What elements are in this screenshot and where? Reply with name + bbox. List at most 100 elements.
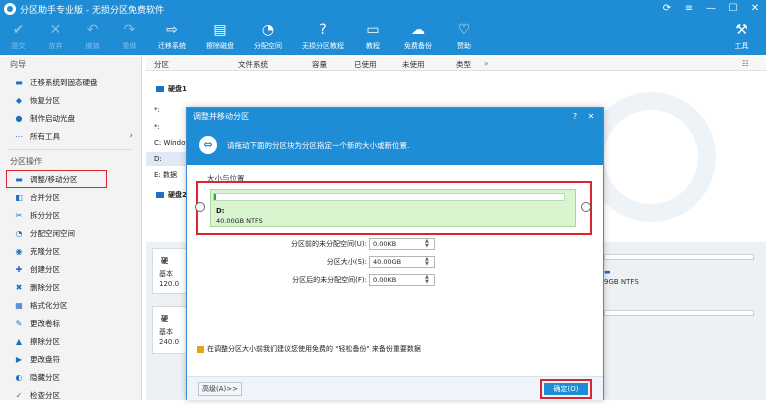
wizard-section-title: 向导 xyxy=(10,60,26,69)
right-drag-handle[interactable] xyxy=(581,202,591,212)
tutorial-button[interactable]: ▭ 教程 xyxy=(354,18,392,55)
left-drag-handle[interactable] xyxy=(195,202,205,212)
sidebar-item-hide[interactable]: ◐ 隐藏分区 xyxy=(0,368,141,386)
disk-segment[interactable] xyxy=(604,310,754,316)
banner-text: 请拖动下面的分区块为分区指定一个新的大小或新位置. xyxy=(227,140,410,150)
sidebar-item-all-tools[interactable]: ⋯ 所有工具 › xyxy=(0,127,141,145)
letter-icon: ▶ xyxy=(15,354,23,364)
disk-card[interactable]: 硬 基本 120.0 xyxy=(152,248,188,294)
unallocated-after-row: 分区后的未分配空间(F): ▲▼ xyxy=(187,274,605,286)
sidebar-item-create[interactable]: ✚ 创建分区 xyxy=(0,260,141,278)
stepper-icon[interactable]: ▲ ▼ xyxy=(425,239,429,249)
help-icon[interactable]: ? xyxy=(567,108,583,125)
partition-block-highlight: D: 40.00GB NTFS xyxy=(195,181,592,235)
tools-button[interactable]: ⚒ 工具 xyxy=(723,18,760,55)
sidebar-item-merge[interactable]: ◧ 合并分区 xyxy=(0,188,141,206)
refresh-icon[interactable]: ⟳ xyxy=(656,0,678,18)
partition-tutorial-button[interactable]: ? 无损分区教程 xyxy=(292,18,354,55)
disk-icon: ▬ xyxy=(15,77,23,87)
free-backup-button[interactable]: ☁ 免费备份 xyxy=(392,18,444,55)
close-button[interactable]: ✕ xyxy=(744,0,766,18)
ok-button[interactable]: 确定(O) xyxy=(544,383,588,395)
column-used[interactable]: 已使用 xyxy=(354,59,377,70)
view-options-icon[interactable]: ☷ xyxy=(742,59,749,68)
decorative-circle xyxy=(586,92,716,222)
clone-icon: ◉ xyxy=(15,246,23,256)
partition-block[interactable]: D: 40.00GB NTFS xyxy=(210,189,576,227)
sidebar-item-resize-move[interactable]: ▬ 调整/移动分区 xyxy=(6,170,107,188)
plus-icon: ✚ xyxy=(15,264,23,274)
partition-column-header: 分区 文件系统 容量 已使用 未使用 类型 » ☷ xyxy=(146,57,766,71)
help-icon: ? xyxy=(319,22,327,38)
stepper-icon[interactable]: ▲ ▼ xyxy=(425,275,429,285)
wipe-disk-button[interactable]: ▤ 擦除磁盘 xyxy=(196,18,244,55)
disk2-header[interactable]: 硬盘2 xyxy=(156,190,187,200)
title-bar: 分区助手专业版 - 无损分区免费软件 ⟳ ≡ — ☐ ✕ xyxy=(0,0,766,18)
partition-info: 40.00GB NTFS xyxy=(216,217,263,225)
sidebar-item-change-label[interactable]: ✎ 更改卷标 xyxy=(0,314,141,332)
sidebar-item-boot-disc[interactable]: ● 制作启动光盘 xyxy=(0,109,141,127)
close-icon[interactable]: ✕ xyxy=(583,108,599,125)
list-item[interactable]: *: xyxy=(154,106,160,114)
sidebar-item-allocate-free[interactable]: ◔ 分配空闲空间 xyxy=(0,224,141,242)
redo-button[interactable]: ↷ 重做 xyxy=(111,18,148,55)
backup-warning: 在调整分区大小前我们建议您使用免费的 "轻松备份" 来备份重要数据 xyxy=(197,344,421,354)
column-partition[interactable]: 分区 xyxy=(154,59,169,70)
check-icon: ✔ xyxy=(12,22,25,38)
app-window: 分区助手专业版 - 无损分区免费软件 ⟳ ≡ — ☐ ✕ ✔ 提交 ✕ 放弃 ↶ 撤销… xyxy=(0,0,766,400)
maximize-button[interactable]: ☐ xyxy=(722,0,744,18)
disk-card[interactable]: 硬 基本 240.0 xyxy=(152,306,188,354)
more-columns-icon[interactable]: » xyxy=(484,59,489,68)
dialog-banner: ⇔ 请拖动下面的分区块为分区指定一个新的大小或新位置. xyxy=(187,125,603,165)
unallocated-before-label: 分区前的未分配空间(U): xyxy=(291,240,367,248)
sponsor-button[interactable]: ♡ 赞助 xyxy=(444,18,484,55)
advanced-button[interactable]: 高级(A)>> xyxy=(198,382,242,396)
disk-segment[interactable]: ▬ 9GB NTFS xyxy=(604,254,754,294)
delete-icon: ✖ xyxy=(15,282,23,292)
column-type[interactable]: 类型 xyxy=(456,59,471,70)
list-item[interactable]: *: xyxy=(154,123,160,131)
sidebar-item-format[interactable]: ▦ 格式化分区 xyxy=(0,296,141,314)
minimize-button[interactable]: — xyxy=(700,0,722,18)
stepper-icon[interactable]: ▲ ▼ xyxy=(425,257,429,267)
usage-bar xyxy=(213,193,565,201)
list-item-selected[interactable]: D: xyxy=(146,152,186,166)
disk-icon xyxy=(156,192,164,198)
column-unused[interactable]: 未使用 xyxy=(402,59,425,70)
discard-button[interactable]: ✕ 放弃 xyxy=(37,18,74,55)
toolbar: ✔ 提交 ✕ 放弃 ↶ 撤销 ↷ 重做 ⇨ 迁移系统 ▤ 擦除磁盘 ◔ 分配空间 ? 无损分区教… xyxy=(0,18,766,55)
wipe-disk-icon: ▤ xyxy=(213,22,227,38)
sidebar: 向导 ▬ 迁移系统到固态硬盘 ◆ 恢复分区 ● 制作启动光盘 ⋯ 所有工具 › 分区操作 … xyxy=(0,57,142,400)
monitor-icon: ▭ xyxy=(366,22,380,38)
partition-name: D: xyxy=(216,207,225,215)
dialog-footer: 高级(A)>> 确定(O) xyxy=(187,376,603,400)
sidebar-item-delete[interactable]: ✖ 删除分区 xyxy=(0,278,141,296)
sidebar-item-migrate-ssd[interactable]: ▬ 迁移系统到固态硬盘 xyxy=(0,73,141,91)
allocate-space-button[interactable]: ◔ 分配空间 xyxy=(244,18,292,55)
redo-icon: ↷ xyxy=(123,22,136,38)
undo-icon: ↶ xyxy=(86,22,99,38)
column-filesystem[interactable]: 文件系统 xyxy=(238,59,268,70)
wipe-icon: ▲ xyxy=(15,336,23,346)
heart-icon: ♡ xyxy=(457,22,471,38)
commit-button[interactable]: ✔ 提交 xyxy=(0,18,37,55)
unallocated-before-row: 分区前的未分配空间(U): ▲▼ xyxy=(187,238,605,250)
sidebar-item-recover-partition[interactable]: ◆ 恢复分区 xyxy=(0,91,141,109)
app-title: 分区助手专业版 - 无损分区免费软件 xyxy=(20,5,164,16)
disk1-header[interactable]: 硬盘1 xyxy=(156,84,187,94)
sidebar-item-check[interactable]: ✓ 检查分区 xyxy=(0,386,141,404)
migrate-os-button[interactable]: ⇨ 迁移系统 xyxy=(148,18,196,55)
disk-icon xyxy=(156,86,164,92)
sidebar-item-wipe[interactable]: ▲ 擦除分区 xyxy=(0,332,141,350)
undo-button[interactable]: ↶ 撤销 xyxy=(74,18,111,55)
resize-arrows-icon: ⇔ xyxy=(199,136,217,154)
sidebar-item-change-letter[interactable]: ▶ 更改盘符 xyxy=(0,350,141,368)
menu-icon[interactable]: ≡ xyxy=(678,0,700,18)
cloud-icon: ☁ xyxy=(411,22,425,38)
partition-size-row: 分区大小(S): ▲▼ xyxy=(187,256,605,268)
dialog-title: 调整并移动分区 xyxy=(193,112,249,121)
list-item[interactable]: E: 数据 xyxy=(154,170,177,180)
sidebar-item-split[interactable]: ✂ 拆分分区 xyxy=(0,206,141,224)
sidebar-item-clone[interactable]: ◉ 克隆分区 xyxy=(0,242,141,260)
column-capacity[interactable]: 容量 xyxy=(312,59,327,70)
